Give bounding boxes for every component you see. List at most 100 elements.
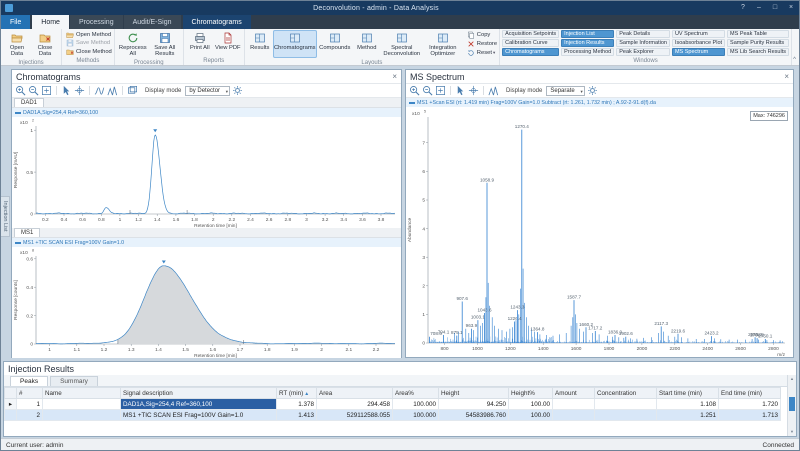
crosshair-icon[interactable] xyxy=(468,85,479,96)
scrollbar-thumb[interactable] xyxy=(789,397,795,411)
tab-processing[interactable]: Processing xyxy=(70,15,123,29)
col-end-time[interactable]: End time (min) xyxy=(719,388,781,399)
window-toggle-ms-spectrum[interactable]: MS Spectrum xyxy=(672,48,725,56)
table-row[interactable]: 2 MS1 +TIC SCAN ESI Frag=100V Gain=1.0 1… xyxy=(5,410,781,421)
tab-summary[interactable]: Summary xyxy=(50,376,98,386)
zoom-in-icon[interactable] xyxy=(409,85,420,96)
cell-number[interactable]: 2 xyxy=(17,410,43,421)
display-mode-select-chromatograms[interactable]: by Detector xyxy=(185,86,230,96)
cell-area-pct[interactable]: 100.000 xyxy=(393,410,439,421)
tab-chromatograms-contextual[interactable]: Chromatograms xyxy=(183,15,251,29)
window-toggle-injection-results[interactable]: Injection Results xyxy=(561,39,614,47)
crosshair-icon[interactable] xyxy=(74,85,85,96)
cell-concentration[interactable] xyxy=(595,399,657,410)
col-height[interactable]: Height xyxy=(439,388,509,399)
cell-area[interactable]: 294.458 xyxy=(317,399,393,410)
col-height-pct[interactable]: Height% xyxy=(509,388,553,399)
ms1-chromatogram-chart[interactable]: 11.11.21.31.41.51.61.71.81.922.12.200.20… xyxy=(12,247,401,358)
cell-signal-description[interactable]: MS1 +TIC SCAN ESI Frag=100V Gain=1.0 xyxy=(121,410,277,421)
ms-spectrum-panel-close-button[interactable]: × xyxy=(784,70,789,83)
gear-icon[interactable] xyxy=(232,85,243,96)
maximize-button[interactable]: □ xyxy=(767,1,783,15)
cell-start-time[interactable]: 1.108 xyxy=(657,399,719,410)
cell-height[interactable]: 94.250 xyxy=(439,399,509,410)
signal-tab-dad1[interactable]: DAD1 xyxy=(14,98,44,107)
pointer-icon[interactable] xyxy=(61,85,72,96)
window-toggle-peak-details[interactable]: Peak Details xyxy=(616,30,670,38)
layout-compounds-button[interactable]: Compounds xyxy=(317,30,353,58)
zoom-fit-icon[interactable] xyxy=(435,85,446,96)
signal-tab-ms1[interactable]: MS1 xyxy=(14,228,40,237)
close-method-button[interactable]: Close Method xyxy=(64,48,112,56)
cell-height-pct[interactable]: 100.00 xyxy=(509,410,553,421)
cell-concentration[interactable] xyxy=(595,410,657,421)
close-data-button[interactable]: Close Data xyxy=(31,30,59,58)
ribbon-collapse-button[interactable]: ^ xyxy=(793,57,796,63)
cell-rt[interactable]: 1.413 xyxy=(277,410,317,421)
col-area[interactable]: Area xyxy=(317,388,393,399)
copy-layout-button[interactable]: Copy xyxy=(465,31,497,39)
tab-home[interactable]: Home xyxy=(32,15,69,29)
cell-end-time[interactable]: 1.720 xyxy=(719,399,781,410)
col-amount[interactable]: Amount xyxy=(553,388,595,399)
layout-chromatograms-button[interactable]: Chromatograms xyxy=(273,30,317,58)
open-data-button[interactable]: Open Data xyxy=(3,30,31,58)
help-button[interactable]: ? xyxy=(735,1,751,15)
tab-file[interactable]: File xyxy=(1,15,30,29)
save-method-button[interactable]: Save Method xyxy=(64,39,112,47)
table-row[interactable]: ▸ 1 DAD1A,Sig=254,4 Ref=360,100 1.378 29… xyxy=(5,399,781,410)
cell-name[interactable] xyxy=(43,399,121,410)
window-toggle-acquisition-setpoints[interactable]: Acquisition Setpoints xyxy=(502,30,559,38)
window-toggle-calibration-curve[interactable]: Calibration Curve xyxy=(502,39,559,47)
layout-spectral-deconvolution-button[interactable]: Spectral Deconvolution xyxy=(381,30,423,58)
close-button[interactable]: × xyxy=(783,1,799,15)
window-toggle-isoabsorbance-plot[interactable]: Isoabsorbance Plot xyxy=(672,39,725,47)
peak-labels-icon[interactable] xyxy=(107,85,118,96)
layout-method-button[interactable]: Method xyxy=(353,30,381,58)
zoom-out-icon[interactable] xyxy=(28,85,39,96)
tab-audit-esign[interactable]: Audit/E-Sign xyxy=(124,15,181,29)
zoom-out-icon[interactable] xyxy=(422,85,433,96)
overlay-icon[interactable] xyxy=(127,85,138,96)
cell-area[interactable]: 529112588.055 xyxy=(317,410,393,421)
layout-results-button[interactable]: Results xyxy=(247,30,273,58)
zoom-fit-icon[interactable] xyxy=(41,85,52,96)
minimize-button[interactable]: – xyxy=(751,1,767,15)
cell-height[interactable]: 54583986.760 xyxy=(439,410,509,421)
col-start-time[interactable]: Start time (min) xyxy=(657,388,719,399)
window-toggle-chromatograms[interactable]: Chromatograms xyxy=(502,48,559,56)
col-rt[interactable]: RT (min)▲ xyxy=(277,388,317,399)
window-toggle-sample-information[interactable]: Sample Information xyxy=(616,39,670,47)
cell-name[interactable] xyxy=(43,410,121,421)
col-concentration[interactable]: Concentration xyxy=(595,388,657,399)
save-all-results-button[interactable]: Save All Results xyxy=(149,30,181,58)
col-name[interactable]: Name xyxy=(43,388,121,399)
reprocess-all-button[interactable]: Reprocess All xyxy=(117,30,149,58)
display-mode-select-ms-spectrum[interactable]: Separate xyxy=(546,86,584,96)
tab-peaks[interactable]: Peaks xyxy=(10,376,48,386)
restore-layout-button[interactable]: Restore xyxy=(465,40,497,48)
scroll-up-icon[interactable]: ▲ xyxy=(788,375,796,383)
window-toggle-sample-purity-results[interactable]: Sample Purity Results xyxy=(727,39,789,47)
ms-spectrum-chart[interactable]: 8001000120014001600180020002200240026002… xyxy=(406,107,793,357)
window-toggle-processing-method[interactable]: Processing Method xyxy=(561,48,614,56)
pointer-icon[interactable] xyxy=(455,85,466,96)
window-toggle-peak-explorer[interactable]: Peak Explorer xyxy=(616,48,670,56)
cell-rt[interactable]: 1.378 xyxy=(277,399,317,410)
cell-amount[interactable] xyxy=(553,399,595,410)
print-all-button[interactable]: Print All xyxy=(186,30,214,56)
cell-number[interactable]: 1 xyxy=(17,399,43,410)
reset-layout-button[interactable]: Reset ▾ xyxy=(465,49,497,57)
col-area-pct[interactable]: Area% xyxy=(393,388,439,399)
zoom-in-icon[interactable] xyxy=(15,85,26,96)
window-toggle-ms-lib-search-results[interactable]: MS Lib Search Results xyxy=(727,48,789,56)
window-toggle-injection-list[interactable]: Injection List xyxy=(561,30,614,38)
chromatograms-panel-close-button[interactable]: × xyxy=(392,70,397,83)
signal-curve-icon[interactable] xyxy=(94,85,105,96)
results-vertical-scrollbar[interactable]: ▲ ▼ xyxy=(787,375,796,436)
gear-icon[interactable] xyxy=(587,85,598,96)
view-pdf-button[interactable]: View PDF xyxy=(214,30,242,56)
col-signal-description[interactable]: Signal description xyxy=(121,388,277,399)
window-toggle-uv-spectrum[interactable]: UV Spectrum xyxy=(672,30,725,38)
docked-tab-injection-list[interactable]: Injection List xyxy=(1,196,10,237)
